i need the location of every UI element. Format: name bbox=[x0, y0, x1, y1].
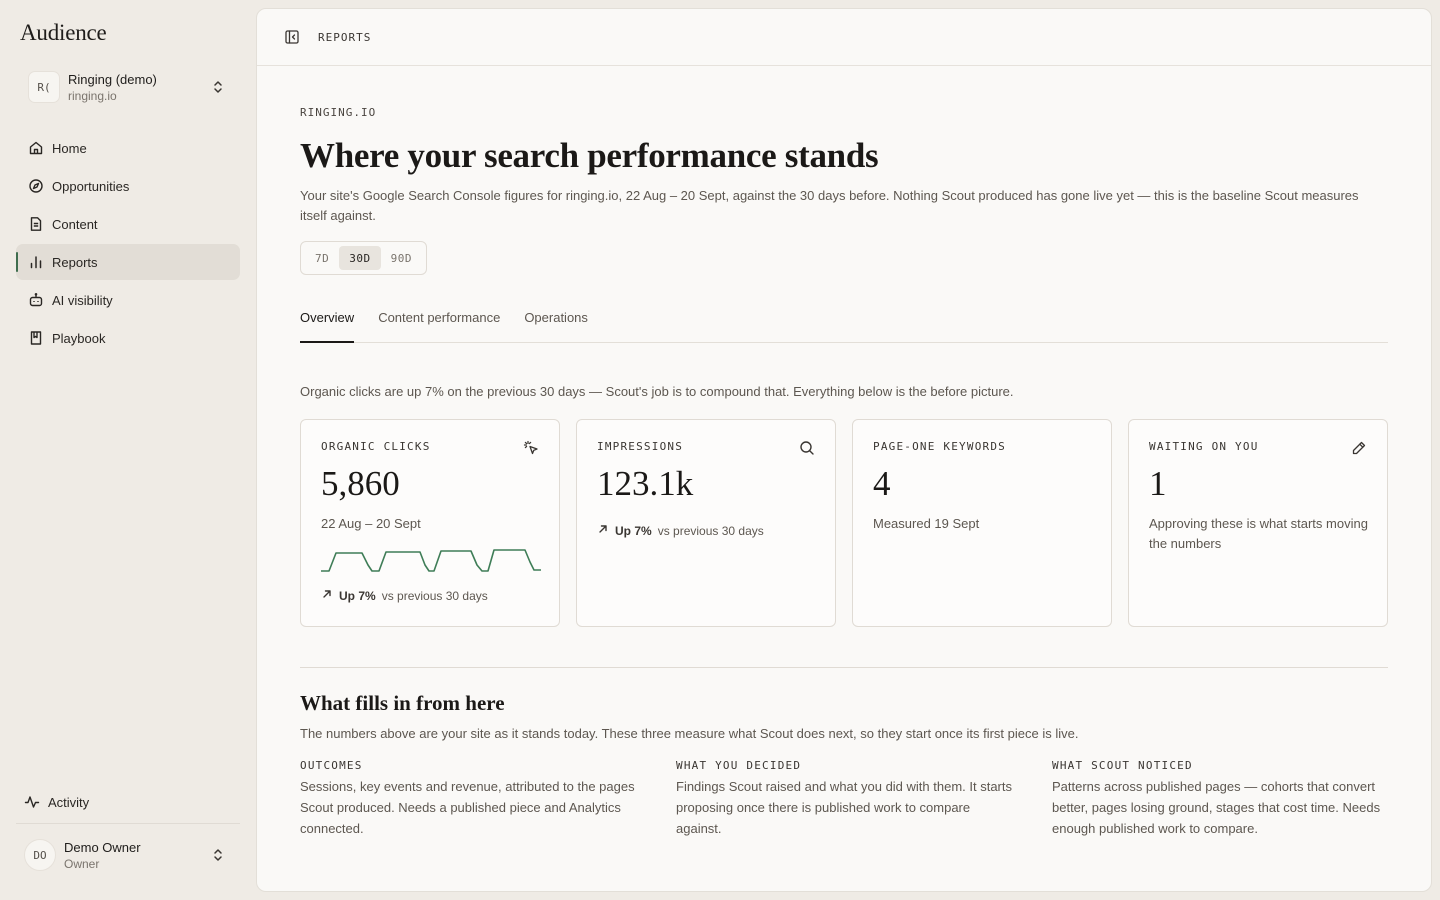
metric-label: PAGE-ONE KEYWORDS bbox=[873, 440, 1006, 453]
sidebar-item-activity[interactable]: Activity bbox=[16, 786, 240, 818]
user-menu[interactable]: DO Demo Owner Owner bbox=[16, 832, 240, 878]
metric-delta: Up 7% vs previous 30 days bbox=[321, 588, 488, 603]
main-panel: REPORTS RINGING.IO Where your search per… bbox=[256, 8, 1432, 892]
document-icon bbox=[28, 216, 44, 232]
workspace-name: Ringing (demo) bbox=[68, 71, 157, 87]
report-tabs: Overview Content performance Operations bbox=[300, 300, 1388, 343]
sidebar-item-label: Opportunities bbox=[52, 178, 130, 194]
range-90d-button[interactable]: 90D bbox=[381, 246, 422, 270]
clicks-sparkline bbox=[321, 549, 541, 572]
compass-icon bbox=[28, 178, 44, 194]
overview-lead: Organic clicks are up 7% on the previous… bbox=[300, 384, 1014, 399]
sidebar-item-label: Activity bbox=[48, 794, 90, 810]
sidebar-item-label: AI visibility bbox=[52, 292, 113, 308]
bot-icon bbox=[28, 292, 44, 308]
date-range-toggle: 7D 30D 90D bbox=[300, 241, 427, 275]
chevron-up-down-icon bbox=[204, 73, 232, 101]
metric-period: 22 Aug – 20 Sept bbox=[321, 516, 421, 531]
tab-overview[interactable]: Overview bbox=[300, 300, 355, 343]
measure-label: WHAT YOU DECIDED bbox=[676, 759, 802, 772]
workspace-switcher[interactable]: R( Ringing (demo) ringing.io bbox=[16, 64, 240, 110]
section-title: What fills in from here bbox=[300, 691, 505, 715]
sidebar-item-label: Playbook bbox=[52, 330, 106, 346]
home-icon bbox=[28, 140, 44, 156]
user-name: Demo Owner bbox=[64, 839, 141, 855]
arrow-up-right-icon bbox=[321, 588, 333, 603]
workspace-avatar: R( bbox=[28, 71, 60, 103]
upcoming-measures: OUTCOMES Sessions, key events and revenu… bbox=[300, 759, 1388, 839]
cursor-click-icon bbox=[523, 440, 539, 456]
sidebar-item-reports[interactable]: Reports bbox=[16, 244, 240, 280]
page-title: Where your search performance stands bbox=[300, 136, 879, 175]
measure-text: Sessions, key events and revenue, attrib… bbox=[300, 779, 635, 836]
tab-operations[interactable]: Operations bbox=[524, 300, 588, 342]
sidebar-item-home[interactable]: Home bbox=[16, 130, 240, 166]
sidebar-item-playbook[interactable]: Playbook bbox=[16, 320, 240, 356]
metric-label: WAITING ON YOU bbox=[1149, 440, 1259, 453]
sidebar-item-content[interactable]: Content bbox=[16, 206, 240, 242]
bar-chart-icon bbox=[28, 254, 44, 270]
metric-cards: ORGANIC CLICKS 5,860 22 Aug – 20 Sept Up… bbox=[300, 419, 1388, 627]
metric-card-page-one-keywords: PAGE-ONE KEYWORDS 4 Measured 19 Sept bbox=[852, 419, 1112, 627]
book-icon bbox=[28, 330, 44, 346]
divider bbox=[16, 823, 240, 824]
delta-value: Up 7% bbox=[615, 523, 652, 538]
metric-card-waiting-on-you[interactable]: WAITING ON YOU 1 Approving these is what… bbox=[1128, 419, 1388, 627]
pencil-icon bbox=[1351, 440, 1367, 456]
range-7d-button[interactable]: 7D bbox=[305, 246, 339, 270]
sidebar-item-opportunities[interactable]: Opportunities bbox=[16, 168, 240, 204]
sidebar-nav: Home Opportunities Content Reports AI vi… bbox=[16, 130, 240, 358]
chevron-up-down-icon bbox=[204, 841, 232, 869]
sidebar-item-label: Reports bbox=[52, 254, 98, 270]
metric-value: 123.1k bbox=[597, 464, 694, 503]
range-30d-button[interactable]: 30D bbox=[339, 246, 381, 270]
arrow-up-right-icon bbox=[597, 523, 609, 538]
tab-content-performance[interactable]: Content performance bbox=[378, 300, 500, 342]
delta-note: vs previous 30 days bbox=[657, 523, 764, 538]
page-subtitle: Your site's Google Search Console figure… bbox=[300, 188, 1359, 223]
app-title: Audience bbox=[20, 20, 107, 45]
measure-label: OUTCOMES bbox=[300, 759, 363, 772]
metric-delta: Up 7% vs previous 30 days bbox=[597, 523, 764, 538]
sidebar: Audience R( Ringing (demo) ringing.io Ho… bbox=[0, 0, 256, 900]
metric-note: Approving these is what starts moving th… bbox=[1149, 516, 1368, 551]
section-divider bbox=[300, 667, 1388, 668]
measure-what-you-decided: WHAT YOU DECIDED Findings Scout raised a… bbox=[676, 759, 1012, 839]
metric-label: ORGANIC CLICKS bbox=[321, 440, 431, 453]
delta-value: Up 7% bbox=[339, 588, 376, 603]
sidebar-item-label: Home bbox=[52, 140, 87, 156]
activity-icon bbox=[24, 794, 40, 810]
metric-note: Measured 19 Sept bbox=[873, 516, 980, 531]
delta-note: vs previous 30 days bbox=[381, 588, 488, 603]
breadcrumb: REPORTS bbox=[318, 30, 372, 44]
metric-card-organic-clicks: ORGANIC CLICKS 5,860 22 Aug – 20 Sept Up… bbox=[300, 419, 560, 627]
metric-value: 1 bbox=[1149, 464, 1167, 503]
workspace-domain: ringing.io bbox=[68, 88, 117, 103]
sidebar-item-ai-visibility[interactable]: AI visibility bbox=[16, 282, 240, 318]
sidebar-toggle-icon[interactable] bbox=[278, 23, 306, 51]
section-subtitle: The numbers above are your site as it st… bbox=[300, 726, 1079, 741]
avatar: DO bbox=[24, 839, 56, 871]
measure-what-scout-noticed: WHAT SCOUT NOTICED Patterns across publi… bbox=[1052, 759, 1388, 839]
sidebar-item-label: Content bbox=[52, 216, 98, 232]
site-eyebrow: RINGING.IO bbox=[300, 106, 377, 119]
measure-label: WHAT SCOUT NOTICED bbox=[1052, 759, 1193, 772]
metric-label: IMPRESSIONS bbox=[597, 440, 684, 453]
user-role: Owner bbox=[64, 856, 100, 871]
top-bar: REPORTS bbox=[257, 9, 1431, 66]
metric-value: 5,860 bbox=[321, 464, 400, 503]
measure-text: Findings Scout raised and what you did w… bbox=[676, 779, 1013, 836]
metric-card-impressions: IMPRESSIONS 123.1k Up 7% vs previous 30 … bbox=[576, 419, 836, 627]
metric-value: 4 bbox=[873, 464, 891, 503]
measure-outcomes: OUTCOMES Sessions, key events and revenu… bbox=[300, 759, 636, 839]
search-icon bbox=[799, 440, 815, 456]
measure-text: Patterns across published pages — cohort… bbox=[1052, 779, 1381, 836]
